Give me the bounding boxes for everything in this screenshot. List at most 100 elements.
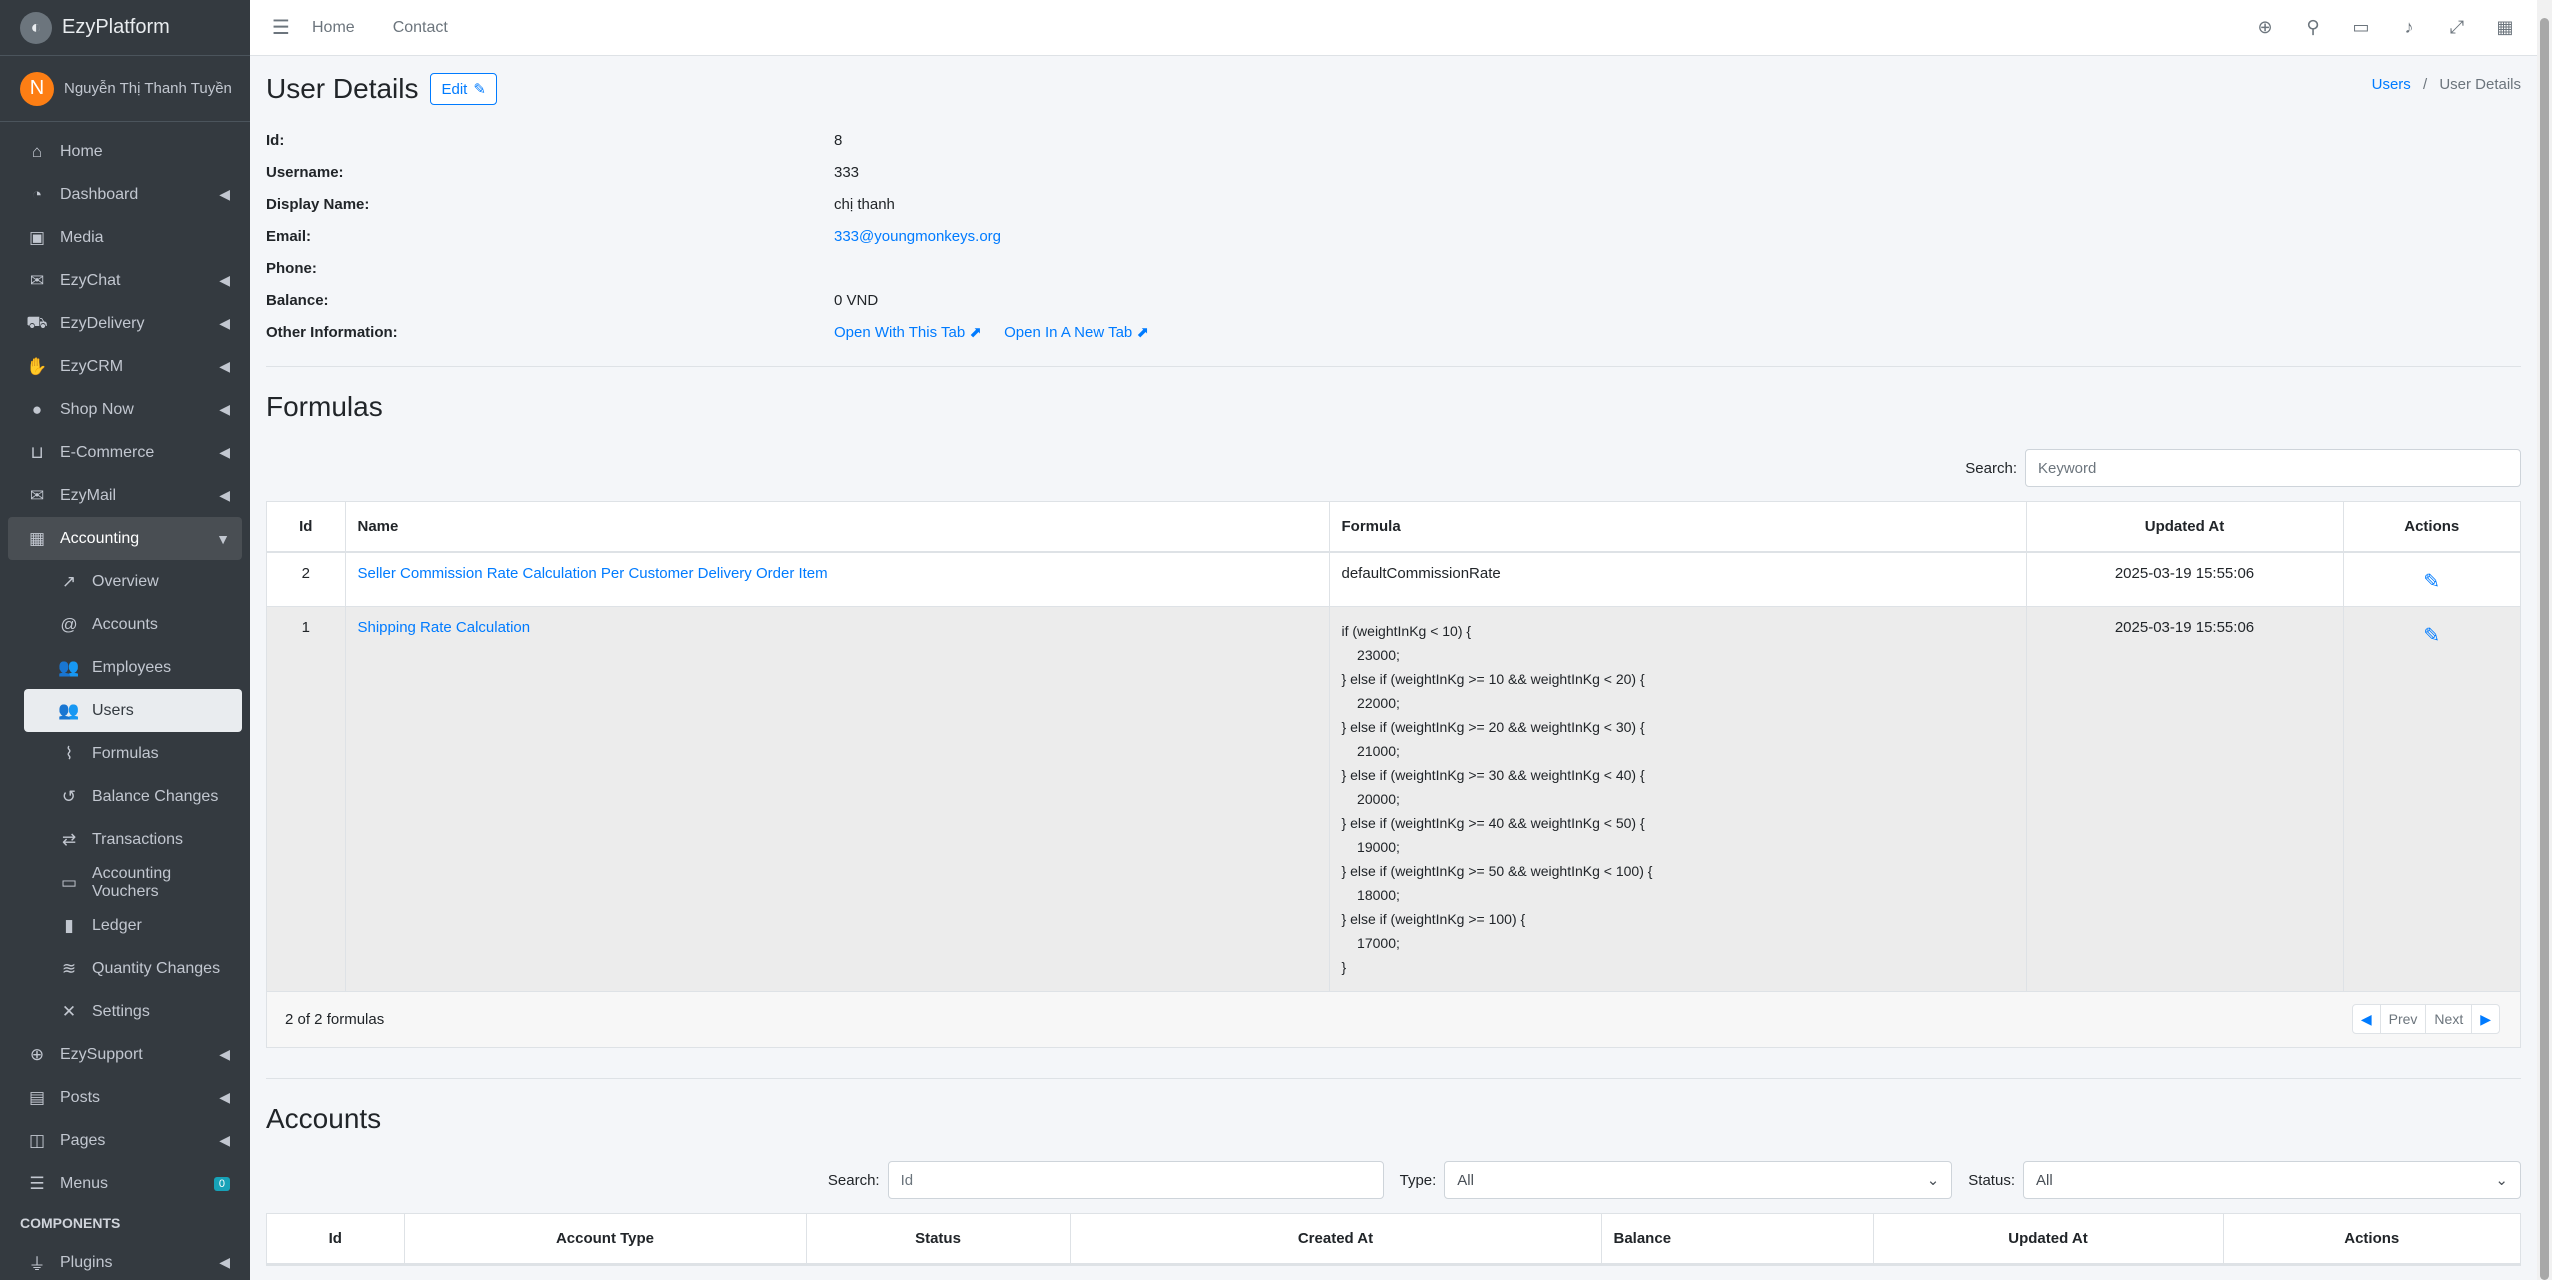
sidebar-subitem-formulas[interactable]: ⌇ Formulas [24,732,242,775]
sidebar-item-media[interactable]: ▣ Media [8,216,242,259]
sidebar-item-ezycrm[interactable]: ✋ EzyCRM ◀ [8,345,242,388]
scrollbar-thumb[interactable] [2540,18,2549,1280]
sidebar-item-label: Accounts [92,615,158,633]
detail-row-balance: Balance: 0 VND [266,284,2521,316]
sidebar-item-label: EzyMail [60,486,117,504]
next-arrow-icon[interactable]: ▶ [2472,1005,2499,1033]
breadcrumb-users[interactable]: Users [2372,76,2411,93]
fullscreen-icon[interactable]: ⤢ [2433,17,2481,38]
chevron-down-icon: ⌄ [1926,1172,1940,1189]
sidebar-subitem-quantity-changes[interactable]: ≋ Quantity Changes [24,947,242,990]
external-link-icon: ⬈ [1136,324,1150,341]
sidebar-item-dashboard[interactable]: ◔ Dashboard ◀ [8,173,242,216]
messages-icon[interactable]: ▭ [2337,17,2385,38]
sidebar-subitem-transactions[interactable]: ⇄ Transactions [24,818,242,861]
detail-row-username: Username: 333 [266,156,2521,188]
prev-button[interactable]: Prev [2381,1005,2427,1033]
sidebar-item-label: Media [60,228,104,246]
sidebar-item-plugins[interactable]: ⏚ Plugins ◀ [8,1241,242,1280]
edit-icon: ✎ [473,81,486,98]
table-row: 2 Seller Commission Rate Calculation Per… [267,551,2520,607]
chevron-left-icon: ◀ [219,1046,230,1062]
chevron-left-icon: ◀ [219,315,230,331]
topbar-link-contact[interactable]: Contact [393,19,448,37]
sidebar-item-ezychat[interactable]: ✉ EzyChat ◀ [8,259,242,302]
col-balance: Balance [1601,1214,1874,1265]
brand-name: EzyPlatform [62,16,170,38]
formulas-search-input[interactable]: Keyword [2025,449,2521,487]
type-select-value: All [1457,1171,1474,1189]
sidebar-subitem-accounts[interactable]: @ Accounts [24,603,242,646]
sidebar-item-menus[interactable]: ☰ Menus 0 [8,1162,242,1205]
sidebar-item-posts[interactable]: ▤ Posts ◀ [8,1076,242,1119]
sidebar-item-ezydelivery[interactable]: ⛟ EzyDelivery ◀ [8,302,242,345]
sidebar-subitem-ledger[interactable]: ▮ Ledger [24,904,242,947]
formula-name-link[interactable]: Shipping Rate Calculation [358,619,531,636]
sidebar-item-e-commerce[interactable]: ⊔ E-Commerce ◀ [8,431,242,474]
cell-name: Seller Commission Rate Calculation Per C… [345,551,1330,607]
chart-line-icon: ↗ [61,571,77,591]
page-title: User Details [266,73,419,104]
email-link[interactable]: 333@youngmonkeys.org [834,228,1001,245]
next-button[interactable]: Next [2426,1005,2473,1033]
topbar-link-home[interactable]: Home [312,19,355,37]
chevron-left-icon: ◀ [219,487,230,503]
sidebar-subitem-accounting-vouchers[interactable]: ▭ Accounting Vouchers [24,861,242,904]
sidebar-item-ezymail[interactable]: ✉ EzyMail ◀ [8,474,242,517]
sidebar-item-label: Formulas [92,744,159,762]
nav-header-components: COMPONENTS [20,1215,121,1231]
sidebar-item-home[interactable]: ⌂ Home [8,130,242,173]
user-panel[interactable]: N Nguyễn Thị Thanh Tuyền [0,56,250,122]
sidebar-subitem-overview[interactable]: ↗ Overview [24,560,242,603]
table-row: 1 Shipping Rate Calculation if (weightIn… [267,606,2520,991]
brand[interactable]: ◐ EzyPlatform [0,0,250,56]
formulas-summary: 2 of 2 formulas [285,1011,385,1028]
sidebar-item-label: Employees [92,658,172,676]
sidebar-subitem-users[interactable]: 👥 Users [24,689,242,732]
sidebar: ◐ EzyPlatform N Nguyễn Thị Thanh Tuyền ⌂… [0,0,250,1280]
formula-name-link[interactable]: Seller Commission Rate Calculation Per C… [358,565,828,582]
apps-grid-icon[interactable]: ▦ [2481,17,2529,38]
search-icon[interactable]: ⚲ [2289,17,2337,38]
exchange-icon: ⇄ [61,829,77,849]
edit-icon[interactable]: ✎ [2423,623,2440,648]
sidebar-item-label: EzyChat [60,271,121,289]
detail-row-id: Id: 8 [266,124,2521,156]
sidebar-item-shop-now[interactable]: ● Shop Now ◀ [8,388,242,431]
detail-row-email: Email: 333@youngmonkeys.org [266,220,2521,252]
menu-icon: ☰ [29,1173,45,1193]
formula-code: if (weightInKg < 10) { 23000; } else if … [1341,623,1653,975]
table-header-row: Id Account Type Status Created At Balanc… [267,1214,2520,1265]
accounts-search-label: Search: [827,1171,880,1189]
sidebar-nav: ⌂ Home ◔ Dashboard ◀ ▣ Media ✉ EzyChat ◀… [0,122,250,1280]
sidebar-item-label: EzyCRM [60,357,124,375]
open-this-tab-link[interactable]: Open With This Tab ⬈ [834,324,982,341]
sidebar-item-ezysupport[interactable]: ⊕ EzySupport ◀ [8,1033,242,1076]
scrollbar[interactable] [2537,0,2552,1280]
sidebar-item-pages[interactable]: ◫ Pages ◀ [8,1119,242,1162]
sidebar-subitem-balance-changes[interactable]: ↺ Balance Changes [24,775,242,818]
accounts-table: Id Account Type Status Created At Balanc… [267,1214,2520,1265]
sidebar-item-label: Shop Now [60,400,134,418]
edit-button-label: Edit [441,80,468,98]
accounts-type-select[interactable]: All ⌄ [1444,1161,1953,1199]
edit-icon[interactable]: ✎ [2423,569,2440,594]
accounts-status-select[interactable]: All ⌄ [2023,1161,2521,1199]
edit-button[interactable]: Edit ✎ [430,73,497,105]
formulas-search-label: Search: [1965,459,2017,477]
prev-arrow-icon[interactable]: ◀ [2353,1005,2381,1033]
sidebar-subitem-employees[interactable]: 👥 Employees [24,646,242,689]
sidebar-subitem-settings[interactable]: ✕ Settings [24,990,242,1033]
accounts-search-input[interactable]: Id [887,1161,1384,1199]
bell-icon[interactable]: ♪ [2385,17,2433,38]
topbar-icons: ⊕ ⚲ ▭ ♪ ⤢ ▦ [2241,17,2529,38]
hamburger-icon[interactable]: ☰ [250,15,312,40]
globe-icon[interactable]: ⊕ [2241,17,2289,38]
plug-icon: ⏚ [28,1255,46,1274]
external-link-icon: ⬈ [969,324,982,341]
formulas-search-row: Search: Keyword [266,449,2521,487]
open-new-tab-link[interactable]: Open In A New Tab ⬈ [1004,324,1149,341]
sidebar-item-accounting[interactable]: ▦ Accounting ▼ [8,517,242,560]
detail-label: Balance: [266,291,329,309]
detail-row-display-name: Display Name: chị thanh [266,188,2521,220]
